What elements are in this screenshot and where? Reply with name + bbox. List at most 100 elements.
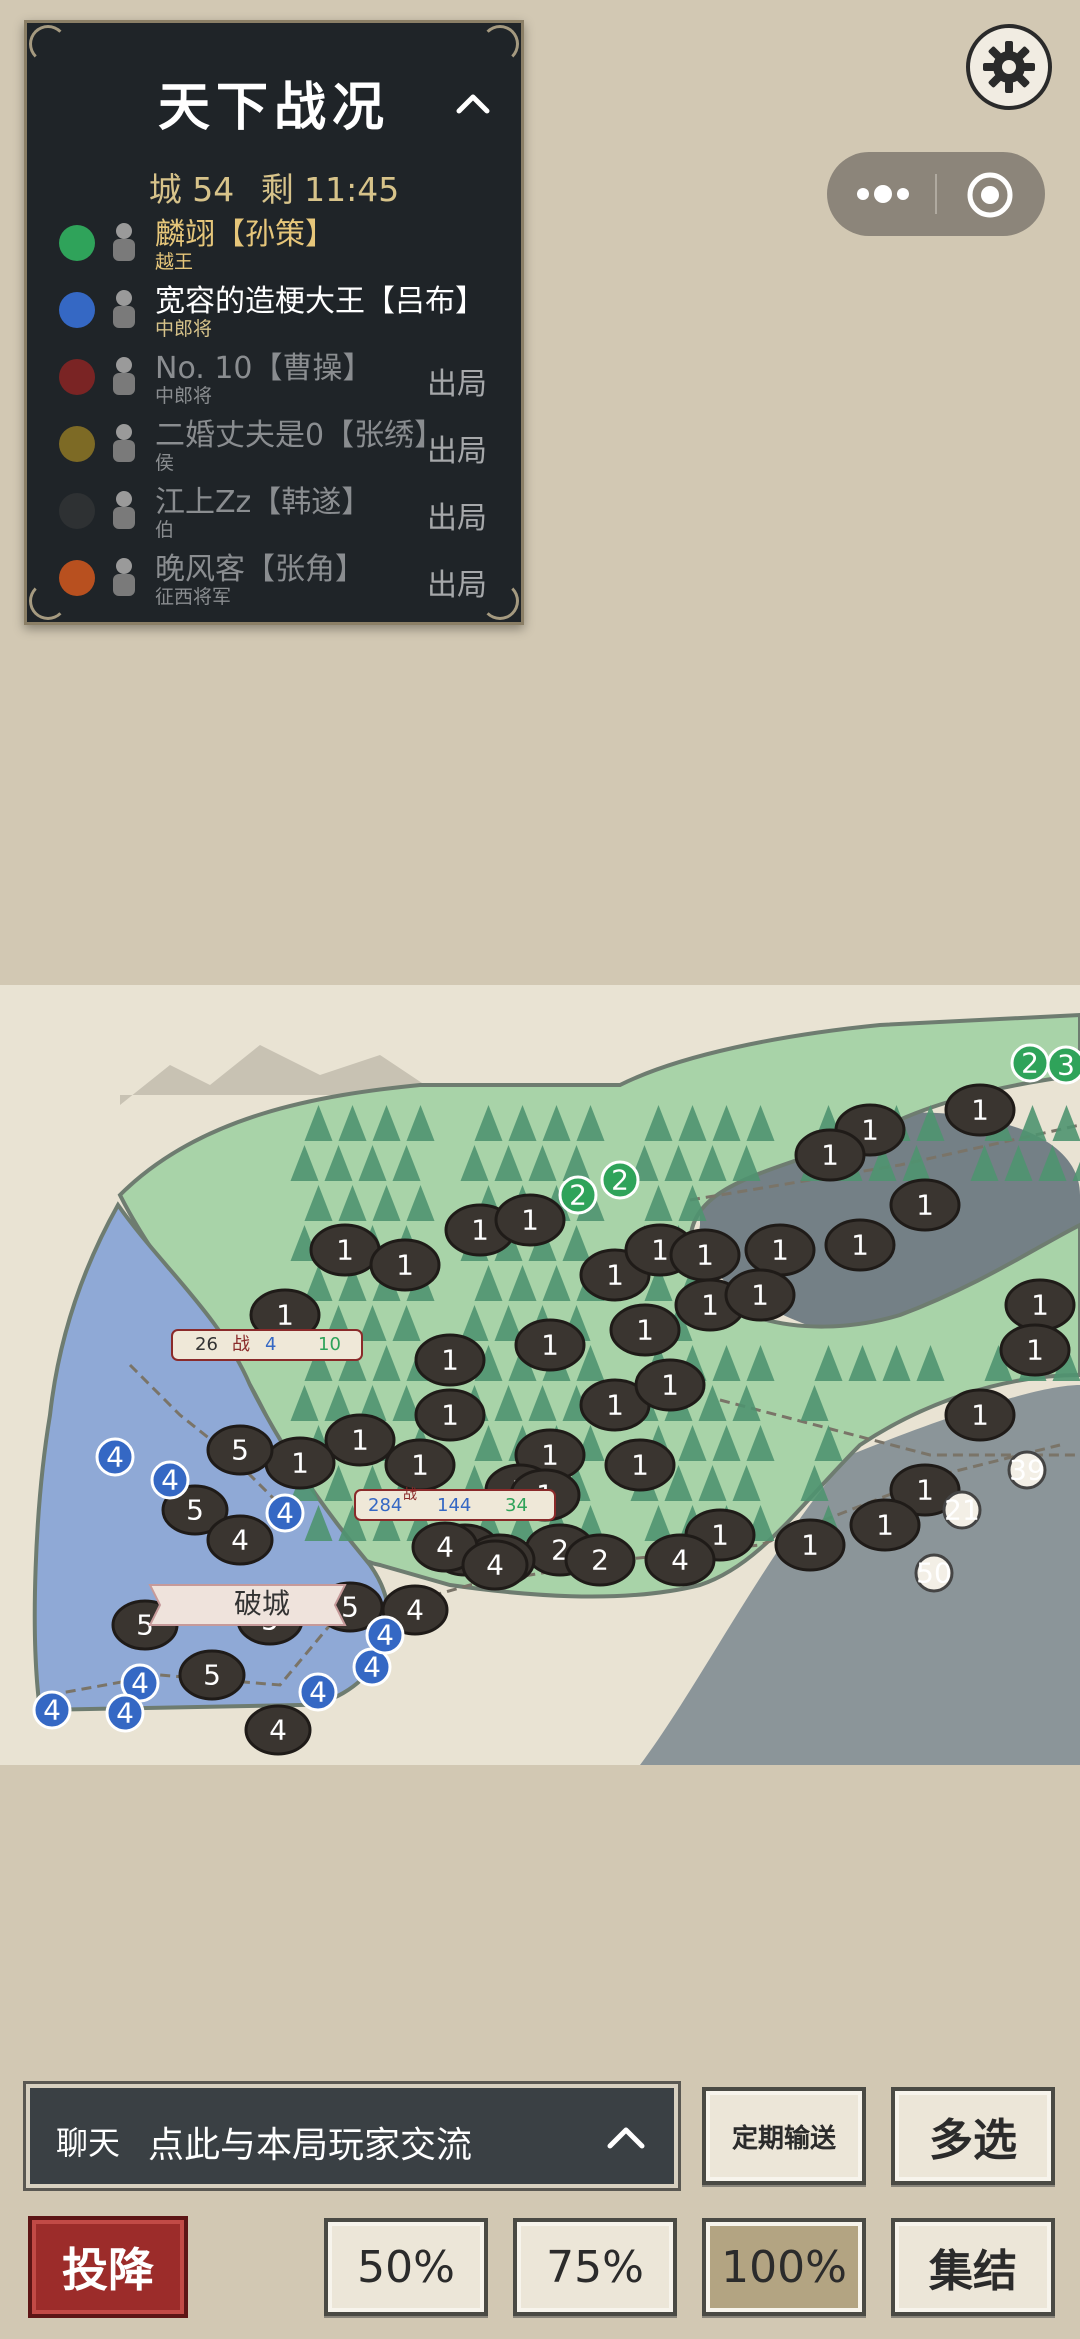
dark-city[interactable]: 1 (369, 1238, 441, 1292)
dark-city[interactable]: 4 (461, 1539, 529, 1591)
player-list: 麟翊【孙策】 越王 宽容的造梗大王【吕布】 中郎将 No. 10【曹操】 中郎将 出局 二婚丈… (27, 205, 521, 608)
city-troop-count: 1 (821, 1139, 839, 1172)
close-target-icon[interactable] (965, 170, 1015, 220)
battle1-left-count: 26 (195, 1334, 218, 1355)
city-troop-count: 2 (611, 1164, 629, 1197)
battle-banner-2[interactable]: 284 战 144 34 (354, 1487, 556, 1521)
blue-city[interactable]: 4 (32, 1690, 72, 1730)
city-troop-count: 1 (1031, 1289, 1049, 1322)
dark-city[interactable]: 1 (634, 1358, 706, 1412)
neutral-city[interactable]: 39 (1007, 1450, 1047, 1490)
dark-city[interactable]: 1 (669, 1228, 741, 1282)
city-troop-count: 3 (1057, 1049, 1075, 1082)
dark-city[interactable]: 1 (774, 1518, 846, 1572)
dark-city[interactable]: 1 (309, 1223, 381, 1277)
game-map[interactable]: 1111111111111111111111111111111121042111… (0, 985, 1080, 1765)
chat-bar[interactable]: 聊天 点此与本局玩家交流 (26, 2084, 678, 2188)
dark-city[interactable]: 1 (744, 1223, 816, 1277)
city-troop-count: 1 (701, 1289, 719, 1322)
battle-banner-1[interactable]: 26 战 4 10 (171, 1329, 363, 1361)
dark-city[interactable]: 1 (999, 1323, 1071, 1377)
dark-city[interactable]: 1 (324, 1413, 396, 1467)
player-status: 出局 (427, 367, 487, 402)
blue-city[interactable]: 4 (365, 1615, 405, 1655)
chevron-up-icon[interactable] (455, 85, 491, 121)
player-row: 麟翊【孙策】 越王 (27, 205, 521, 273)
panel-title: 天下战况 (157, 77, 390, 138)
capsule-divider (935, 174, 937, 214)
green-city[interactable]: 2 (600, 1160, 640, 1200)
panel-corner-ornament (29, 25, 67, 63)
city-troop-count: 4 (486, 1549, 504, 1582)
dark-city[interactable]: 1 (944, 1083, 1016, 1137)
neutral-city[interactable]: 21 (942, 1490, 982, 1530)
dark-city[interactable]: 4 (206, 1514, 274, 1566)
dark-city[interactable]: 1 (794, 1128, 866, 1182)
dark-city[interactable]: 2 (564, 1533, 636, 1587)
city-troop-count: 1 (971, 1399, 989, 1432)
send-50-percent-button[interactable]: 50% (324, 2218, 488, 2316)
multi-select-button[interactable]: 多选 (891, 2087, 1055, 2185)
blue-city[interactable]: 4 (95, 1437, 135, 1477)
city-troop-count: 1 (471, 1214, 489, 1247)
dark-city[interactable]: 1 (889, 1178, 961, 1232)
periodic-transfer-button[interactable]: 定期输送 (702, 2087, 866, 2185)
surrender-button[interactable]: 投降 (28, 2216, 188, 2318)
city-troop-count: 1 (411, 1449, 429, 1482)
green-city[interactable]: 2 (1010, 1043, 1050, 1083)
blue-city[interactable]: 4 (150, 1460, 190, 1500)
city-troop-count: 4 (363, 1651, 381, 1684)
city-troop-count: 50 (916, 1557, 952, 1590)
dark-city[interactable]: 4 (244, 1704, 312, 1756)
city-troop-count: 4 (43, 1694, 61, 1727)
chevron-up-icon[interactable] (606, 2120, 646, 2154)
blue-city[interactable]: 4 (105, 1693, 145, 1733)
city-troop-count: 4 (161, 1464, 179, 1497)
city-troop-count: 1 (606, 1259, 624, 1292)
dark-city[interactable]: 1 (609, 1303, 681, 1357)
blue-city[interactable]: 4 (298, 1672, 338, 1712)
dark-city[interactable]: 5 (206, 1424, 274, 1476)
player-color-dot (59, 225, 95, 261)
dark-city[interactable]: 1 (824, 1218, 896, 1272)
green-city[interactable]: 3 (1046, 1045, 1080, 1085)
dark-city[interactable]: 1 (604, 1438, 676, 1492)
city-troop-count: 4 (309, 1676, 327, 1709)
battle2-left-count: 284 (368, 1495, 402, 1516)
general-avatar-icon (113, 290, 135, 328)
dark-city[interactable]: 4 (644, 1533, 716, 1587)
neutral-city[interactable]: 50 (914, 1553, 954, 1593)
dark-city[interactable]: 1 (264, 1436, 336, 1490)
green-city[interactable]: 2 (558, 1175, 598, 1215)
send-75-percent-button[interactable]: 75% (513, 2218, 677, 2316)
dark-city[interactable]: 1 (514, 1318, 586, 1372)
city-troop-count: 1 (396, 1249, 414, 1282)
dark-city[interactable]: 1 (414, 1388, 486, 1442)
broken-city-banner[interactable]: 破城 (148, 1584, 347, 1626)
settings-button[interactable] (966, 24, 1052, 110)
dark-city[interactable]: 1 (849, 1498, 921, 1552)
more-dots-icon[interactable] (855, 174, 911, 214)
city-troop-count: 4 (116, 1697, 134, 1730)
dark-city[interactable]: 1 (384, 1438, 456, 1492)
city-troop-count: 1 (916, 1474, 934, 1507)
general-avatar-icon (113, 223, 135, 261)
send-100-percent-button[interactable]: 100% (702, 2218, 866, 2316)
map-canvas[interactable]: 1111111111111111111111111111111121042111… (0, 985, 1080, 1765)
city-troop-count: 1 (541, 1329, 559, 1362)
dark-city[interactable]: 1 (1004, 1278, 1076, 1332)
player-row: 二婚丈夫是0【张绣】侯 出局 (27, 406, 521, 474)
city-troop-count: 4 (376, 1619, 394, 1652)
city-troop-count: 1 (801, 1529, 819, 1562)
player-rank: 侯 (155, 452, 175, 474)
dark-city[interactable]: 5 (178, 1649, 246, 1701)
city-troop-count: 1 (1026, 1334, 1044, 1367)
dark-city[interactable]: 1 (944, 1388, 1016, 1442)
blue-city[interactable]: 4 (265, 1493, 305, 1533)
dark-city[interactable]: 1 (724, 1268, 796, 1322)
dark-city[interactable]: 1 (414, 1333, 486, 1387)
city-troop-count: 4 (436, 1531, 454, 1564)
gather-button[interactable]: 集结 (891, 2218, 1055, 2316)
city-troop-count: 1 (651, 1234, 669, 1267)
dark-city[interactable]: 1 (494, 1193, 566, 1247)
